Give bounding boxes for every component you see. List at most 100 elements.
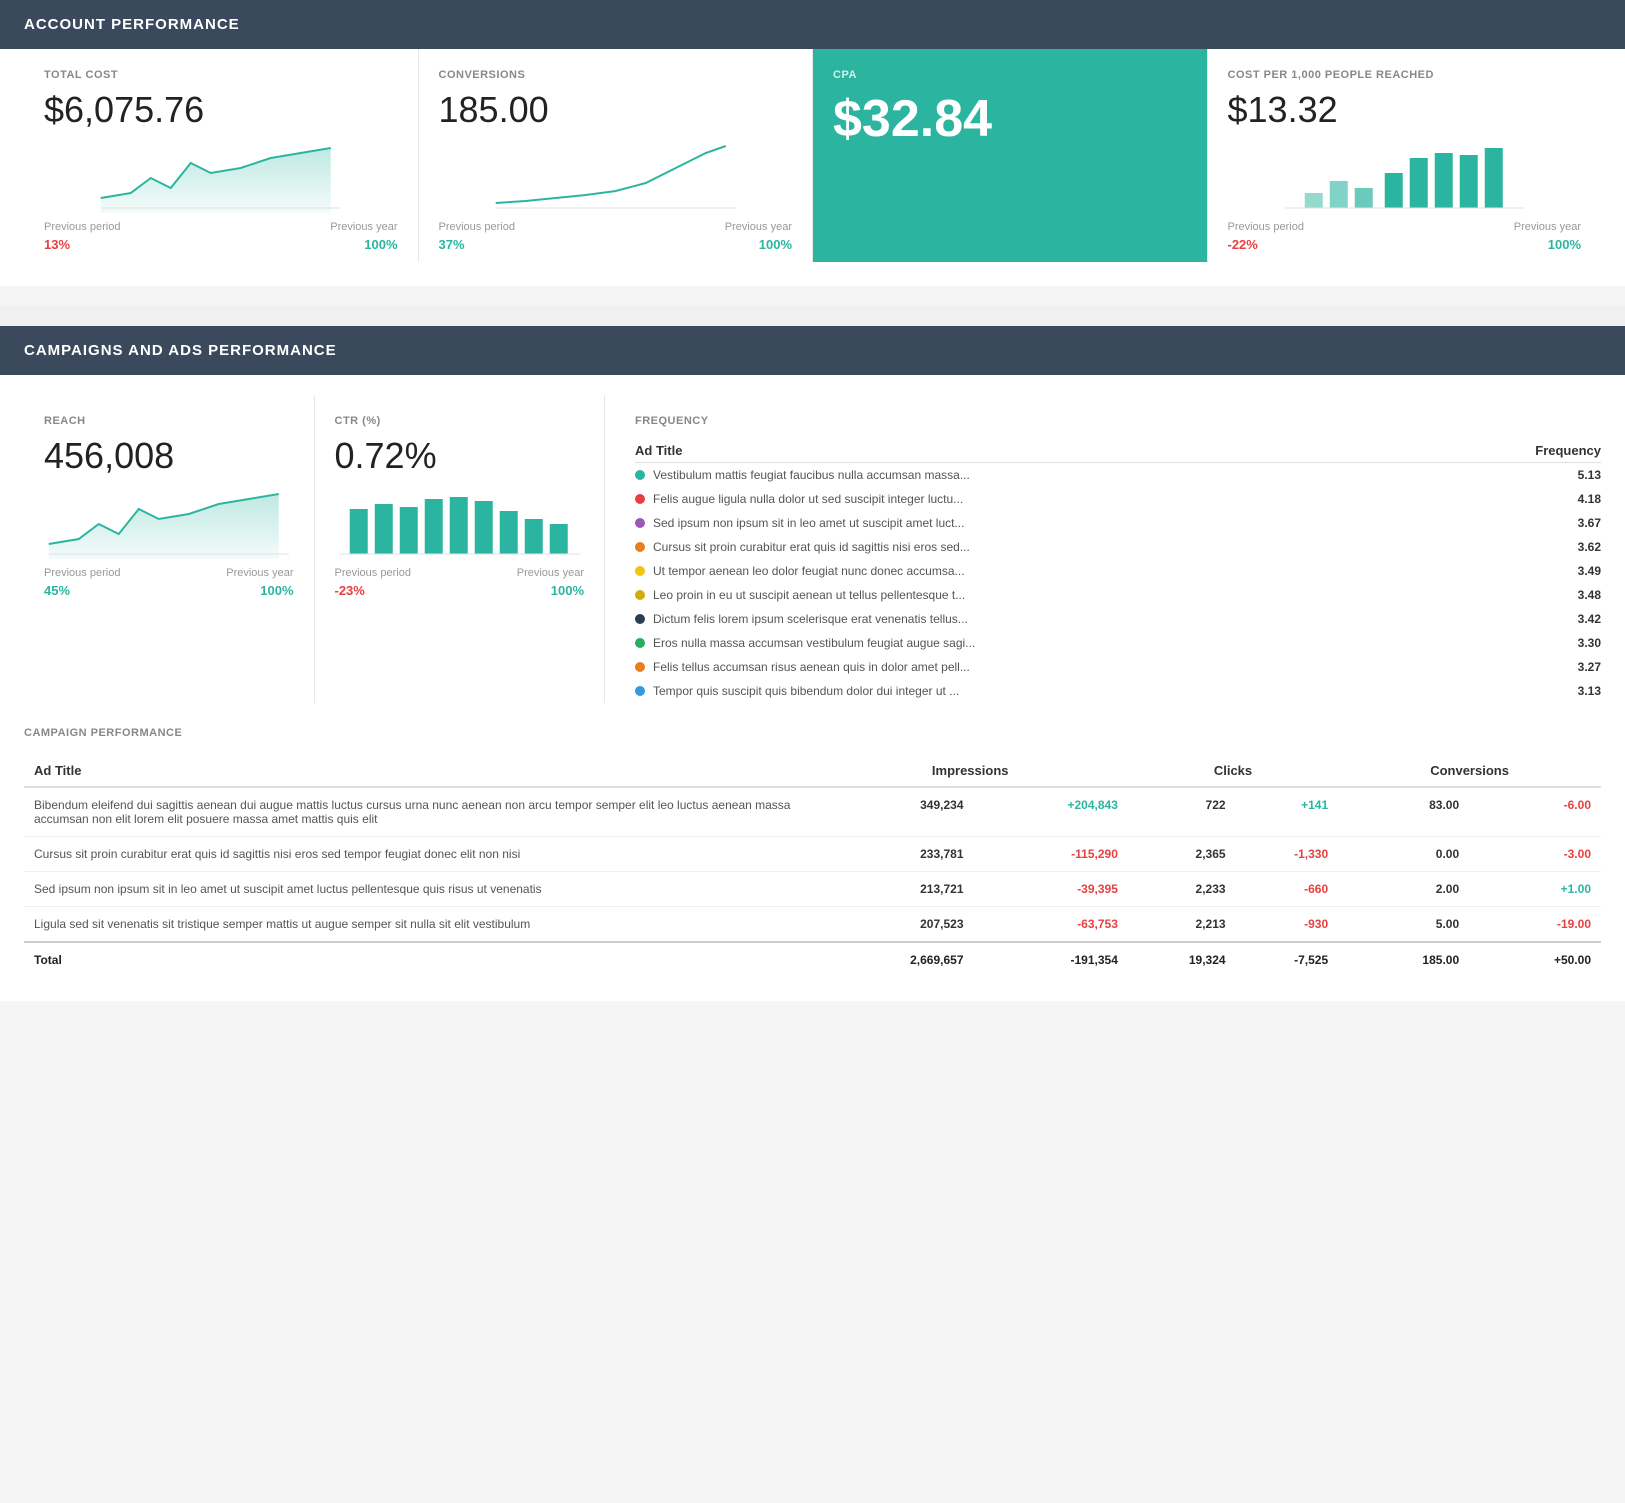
freq-row-label-2: Sed ipsum non ipsum sit in leo amet ut s…	[635, 511, 1445, 535]
freq-row-label-1: Felis augue ligula nulla dolor ut sed su…	[635, 487, 1445, 511]
freq-ad-title-4: Ut tempor aenean leo dolor feugiat nunc …	[653, 564, 965, 578]
cp-conversions-3: 5.00	[1338, 907, 1469, 943]
cp-conversions-1: 0.00	[1338, 837, 1469, 872]
cp-title: CAMPAIGN PERFORMANCE	[24, 727, 1601, 739]
ctr-chart	[335, 489, 585, 559]
freq-ad-title-2: Sed ipsum non ipsum sit in leo amet ut s…	[653, 516, 964, 530]
cp-header-row: Ad Title Impressions Clicks Conversions	[24, 755, 1601, 787]
cpa-label: CPA	[833, 69, 1187, 81]
cp-imp-change-3: -63,753	[974, 907, 1128, 943]
cost-per-1000-periods: Previous period Previous year	[1228, 221, 1582, 233]
freq-ad-title-0: Vestibulum mattis feugiat faucibus nulla…	[653, 468, 970, 482]
freq-row-label-9: Tempor quis suscipit quis bibendum dolor…	[635, 679, 1445, 703]
freq-value-3: 3.62	[1445, 535, 1601, 559]
freq-dot-3	[635, 542, 645, 552]
account-performance-section: ACCOUNT PERFORMANCE TOTAL COST $6,075.76	[0, 0, 1625, 286]
freq-value-0: 5.13	[1445, 463, 1601, 488]
freq-dot-5	[635, 590, 645, 600]
freq-row: Felis tellus accumsan risus aenean quis …	[635, 655, 1601, 679]
cp-impressions-0: 349,234	[813, 787, 974, 837]
cost-per-1000-period-change: -22%	[1228, 237, 1258, 252]
cp-imp-change-2: -39,395	[974, 872, 1128, 907]
freq-row: Sed ipsum non ipsum sit in leo amet ut s…	[635, 511, 1601, 535]
reach-label: REACH	[44, 415, 294, 427]
cp-row: Sed ipsum non ipsum sit in leo amet ut s…	[24, 872, 1601, 907]
conversions-value: 185.00	[439, 89, 793, 131]
cp-ad-title-0: Bibendum eleifend dui sagittis aenean du…	[24, 787, 813, 837]
frequency-title: FREQUENCY	[635, 415, 1601, 427]
conversions-label: CONVERSIONS	[439, 69, 793, 81]
total-cost-chart	[44, 143, 398, 213]
frequency-table: Ad Title Frequency Vestibulum mattis feu…	[635, 439, 1601, 703]
cp-total-row: Total 2,669,657 -191,354 19,324 -7,525 1…	[24, 942, 1601, 977]
freq-row: Dictum felis lorem ipsum scelerisque era…	[635, 607, 1601, 631]
reach-value: 456,008	[44, 435, 294, 477]
total-cost-period-change: 13%	[44, 237, 70, 252]
reach-period-change: 45%	[44, 583, 70, 598]
cp-row: Ligula sed sit venenatis sit tristique s…	[24, 907, 1601, 943]
freq-value-9: 3.13	[1445, 679, 1601, 703]
freq-value-7: 3.30	[1445, 631, 1601, 655]
freq-dot-7	[635, 638, 645, 648]
cp-total-imp-change: -191,354	[974, 942, 1128, 977]
cp-conversions-0: 83.00	[1338, 787, 1469, 837]
freq-dot-9	[635, 686, 645, 696]
conversions-card: CONVERSIONS 185.00 Previous period Previ…	[419, 49, 814, 262]
freq-row: Cursus sit proin curabitur erat quis id …	[635, 535, 1601, 559]
campaigns-metrics-row: REACH 456,008	[0, 375, 1625, 703]
cp-row: Cursus sit proin curabitur erat quis id …	[24, 837, 1601, 872]
cost-per-1000-year-change: 100%	[1548, 237, 1581, 252]
freq-row: Ut tempor aenean leo dolor feugiat nunc …	[635, 559, 1601, 583]
cp-conv-change-1: -3.00	[1469, 837, 1601, 872]
freq-row-label-4: Ut tempor aenean leo dolor feugiat nunc …	[635, 559, 1445, 583]
freq-row: Leo proin in eu ut suscipit aenean ut te…	[635, 583, 1601, 607]
freq-col-freq: Frequency	[1445, 439, 1601, 463]
freq-dot-8	[635, 662, 645, 672]
freq-ad-title-7: Eros nulla massa accumsan vestibulum feu…	[653, 636, 975, 650]
freq-value-1: 4.18	[1445, 487, 1601, 511]
freq-row-label-6: Dictum felis lorem ipsum scelerisque era…	[635, 607, 1445, 631]
cp-conv-change-0: -6.00	[1469, 787, 1601, 837]
freq-row-label-8: Felis tellus accumsan risus aenean quis …	[635, 655, 1445, 679]
cp-clicks-change-1: -1,330	[1236, 837, 1339, 872]
freq-dot-0	[635, 470, 645, 480]
cp-clicks-1: 2,365	[1128, 837, 1236, 872]
cp-clicks-3: 2,213	[1128, 907, 1236, 943]
freq-row: Felis augue ligula nulla dolor ut sed su…	[635, 487, 1601, 511]
freq-value-8: 3.27	[1445, 655, 1601, 679]
cost-per-1000-changes: -22% 100%	[1228, 237, 1582, 252]
cp-impressions-1: 233,781	[813, 837, 974, 872]
freq-ad-title-5: Leo proin in eu ut suscipit aenean ut te…	[653, 588, 965, 602]
freq-ad-title-1: Felis augue ligula nulla dolor ut sed su…	[653, 492, 963, 506]
freq-row-label-0: Vestibulum mattis feugiat faucibus nulla…	[635, 463, 1445, 488]
freq-dot-2	[635, 518, 645, 528]
total-cost-label: TOTAL COST	[44, 69, 398, 81]
conversions-chart	[439, 143, 793, 213]
ctr-label: CTR (%)	[335, 415, 585, 427]
cp-clicks-2: 2,233	[1128, 872, 1236, 907]
freq-value-4: 3.49	[1445, 559, 1601, 583]
freq-row: Vestibulum mattis feugiat faucibus nulla…	[635, 463, 1601, 488]
freq-row: Tempor quis suscipit quis bibendum dolor…	[635, 679, 1601, 703]
campaigns-left-metrics: REACH 456,008	[24, 395, 604, 703]
cpa-card: CPA $32.84	[813, 49, 1208, 262]
freq-row-label-7: Eros nulla massa accumsan vestibulum feu…	[635, 631, 1445, 655]
section-divider	[0, 306, 1625, 326]
freq-col-ad: Ad Title	[635, 439, 1445, 463]
total-cost-periods: Previous period Previous year	[44, 221, 398, 233]
frequency-section: FREQUENCY Ad Title Frequency Vestibulum …	[604, 395, 1601, 703]
cp-ad-title-2: Sed ipsum non ipsum sit in leo amet ut s…	[24, 872, 813, 907]
conversions-year-change: 100%	[759, 237, 792, 252]
account-metrics-row: TOTAL COST $6,075.76 Previous period	[0, 49, 1625, 262]
cost-per-1000-value: $13.32	[1228, 89, 1582, 131]
ctr-periods: Previous period Previous year	[335, 567, 585, 579]
freq-row-label-5: Leo proin in eu ut suscipit aenean ut te…	[635, 583, 1445, 607]
cp-clicks-0: 722	[1128, 787, 1236, 837]
ctr-value: 0.72%	[335, 435, 585, 477]
ctr-card: CTR (%) 0.72%	[315, 395, 605, 703]
total-cost-card: TOTAL COST $6,075.76 Previous period	[24, 49, 419, 262]
reach-chart	[44, 489, 294, 559]
conversions-period-change: 37%	[439, 237, 465, 252]
campaign-performance-section: CAMPAIGN PERFORMANCE Ad Title Impression…	[0, 703, 1625, 977]
cp-clicks-change-0: +141	[1236, 787, 1339, 837]
